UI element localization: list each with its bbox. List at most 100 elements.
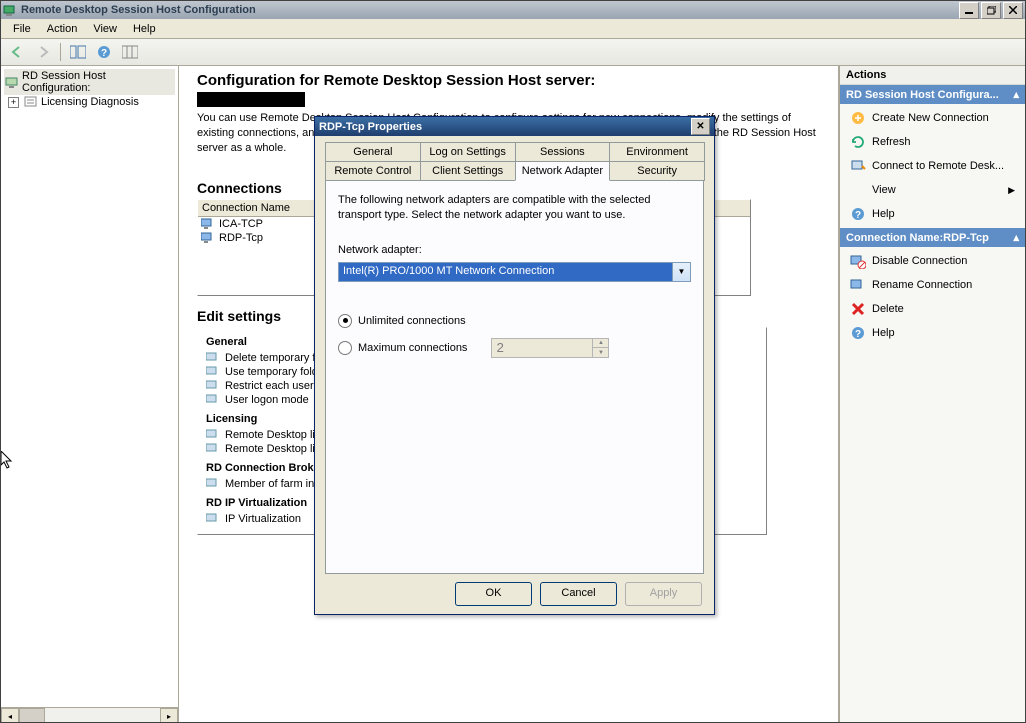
setting-icon <box>206 478 220 489</box>
tree-root[interactable]: RD Session Host Configuration: <box>4 69 175 95</box>
instruction-text: The following network adapters are compa… <box>338 193 691 224</box>
group-title: Connection Name:RDP-Tcp <box>846 232 989 244</box>
actions-group-header[interactable]: RD Session Host Configura... ▴ <box>840 85 1025 104</box>
help-icon: ? <box>850 206 866 222</box>
radio-icon <box>338 341 352 355</box>
menu-bar: File Action View Help <box>1 19 1025 39</box>
adapter-dropdown[interactable]: Intel(R) PRO/1000 MT Network Connection … <box>338 262 691 282</box>
close-button[interactable] <box>1003 2 1023 19</box>
menu-view[interactable]: View <box>85 21 125 37</box>
svg-text:?: ? <box>855 210 861 221</box>
radio-icon <box>338 314 352 328</box>
apply-button: Apply <box>625 582 702 606</box>
radio-label: Maximum connections <box>358 342 467 354</box>
action-delete[interactable]: Delete <box>840 297 1025 321</box>
tab-logon-settings[interactable]: Log on Settings <box>420 142 516 161</box>
setting-icon <box>206 443 220 454</box>
connection-icon <box>201 218 215 229</box>
collapse-icon: ▴ <box>1013 88 1019 101</box>
connection-name: ICA-TCP <box>219 218 263 230</box>
tree-child-label: Licensing Diagnosis <box>41 96 139 108</box>
actions-pane: Actions RD Session Host Configura... ▴ C… <box>839 66 1025 723</box>
server-name-redacted <box>197 92 305 107</box>
tab-client-settings[interactable]: Client Settings <box>420 161 516 181</box>
action-disable-connection[interactable]: Disable Connection <box>840 249 1025 273</box>
diagnosis-icon <box>24 96 38 108</box>
new-icon <box>850 110 866 126</box>
restore-button[interactable] <box>981 2 1001 19</box>
tree-child[interactable]: + Licensing Diagnosis <box>4 95 175 109</box>
horizontal-scrollbar[interactable]: ◂ ▸ <box>1 707 178 723</box>
back-button[interactable] <box>5 40 29 64</box>
tab-security[interactable]: Security <box>609 161 705 181</box>
connect-icon <box>850 158 866 174</box>
tab-general[interactable]: General <box>325 142 421 161</box>
adapter-label: Network adapter: <box>338 244 691 256</box>
action-view[interactable]: View ▶ <box>840 178 1025 202</box>
scroll-left-button[interactable]: ◂ <box>1 708 19 723</box>
refresh-icon <box>850 134 866 150</box>
scroll-right-button[interactable]: ▸ <box>160 708 178 723</box>
toolbar-columns-button[interactable] <box>118 40 142 64</box>
minimize-button[interactable] <box>959 2 979 19</box>
expand-icon[interactable]: + <box>8 97 19 108</box>
disable-icon <box>850 253 866 269</box>
max-connections-spinner: ▲▼ <box>491 338 609 358</box>
server-icon <box>5 76 19 88</box>
action-rename-connection[interactable]: Rename Connection <box>840 273 1025 297</box>
spin-up-button: ▲ <box>593 339 608 349</box>
dialog-title-bar[interactable]: RDP-Tcp Properties ✕ <box>315 117 714 136</box>
help-button[interactable]: ? <box>92 40 116 64</box>
action-create-connection[interactable]: Create New Connection <box>840 106 1025 130</box>
window-title: Remote Desktop Session Host Configuratio… <box>21 4 957 16</box>
scroll-thumb[interactable] <box>19 708 45 723</box>
dialog-close-button[interactable]: ✕ <box>691 118 710 135</box>
page-title: Configuration for Remote Desktop Session… <box>197 72 820 89</box>
tab-environment[interactable]: Environment <box>609 142 705 161</box>
action-connect-remote[interactable]: Connect to Remote Desk... <box>840 154 1025 178</box>
radio-unlimited[interactable]: Unlimited connections <box>338 314 691 328</box>
tree-root-label: RD Session Host Configuration: <box>22 70 174 94</box>
action-label: Disable Connection <box>872 255 967 267</box>
toolbar-separator <box>60 43 61 61</box>
radio-maximum[interactable]: Maximum connections ▲▼ <box>338 338 691 358</box>
spin-down-button: ▼ <box>593 348 608 357</box>
radio-label: Unlimited connections <box>358 315 466 327</box>
action-label: View <box>872 184 896 196</box>
action-help[interactable]: ?Help <box>840 321 1025 345</box>
action-label: Refresh <box>872 136 911 148</box>
menu-help[interactable]: Help <box>125 21 164 37</box>
svg-text:?: ? <box>855 329 861 340</box>
title-bar: Remote Desktop Session Host Configuratio… <box>1 1 1025 19</box>
action-help[interactable]: ?Help <box>840 202 1025 226</box>
actions-heading: Actions <box>840 66 1025 85</box>
menu-action[interactable]: Action <box>39 21 86 37</box>
menu-file[interactable]: File <box>5 21 39 37</box>
dropdown-button[interactable]: ▼ <box>672 262 691 282</box>
dialog-title: RDP-Tcp Properties <box>319 121 422 133</box>
collapse-icon: ▴ <box>1013 231 1019 244</box>
setting-icon <box>206 352 220 363</box>
tab-remote-control[interactable]: Remote Control <box>325 161 421 181</box>
setting-icon <box>206 513 220 524</box>
tab-network-adapter[interactable]: Network Adapter <box>515 161 611 181</box>
action-label: Delete <box>872 303 904 315</box>
cancel-button[interactable]: Cancel <box>540 582 617 606</box>
action-refresh[interactable]: Refresh <box>840 130 1025 154</box>
forward-button[interactable] <box>31 40 55 64</box>
tab-sessions[interactable]: Sessions <box>515 142 611 161</box>
action-label: Connect to Remote Desk... <box>872 160 1004 172</box>
app-window: Remote Desktop Session Host Configuratio… <box>0 0 1026 723</box>
action-label: Rename Connection <box>872 279 972 291</box>
rename-icon <box>850 277 866 293</box>
ok-button[interactable]: OK <box>455 582 532 606</box>
actions-group-header[interactable]: Connection Name:RDP-Tcp ▴ <box>840 228 1025 247</box>
setting-icon <box>206 380 220 391</box>
setting-icon <box>206 366 220 377</box>
toolbar-panes-button[interactable] <box>66 40 90 64</box>
setting-icon <box>206 429 220 440</box>
toolbar: ? <box>1 39 1025 66</box>
blank-icon <box>850 182 866 198</box>
adapter-selected: Intel(R) PRO/1000 MT Network Connection <box>338 262 672 282</box>
submenu-icon: ▶ <box>1008 185 1015 196</box>
